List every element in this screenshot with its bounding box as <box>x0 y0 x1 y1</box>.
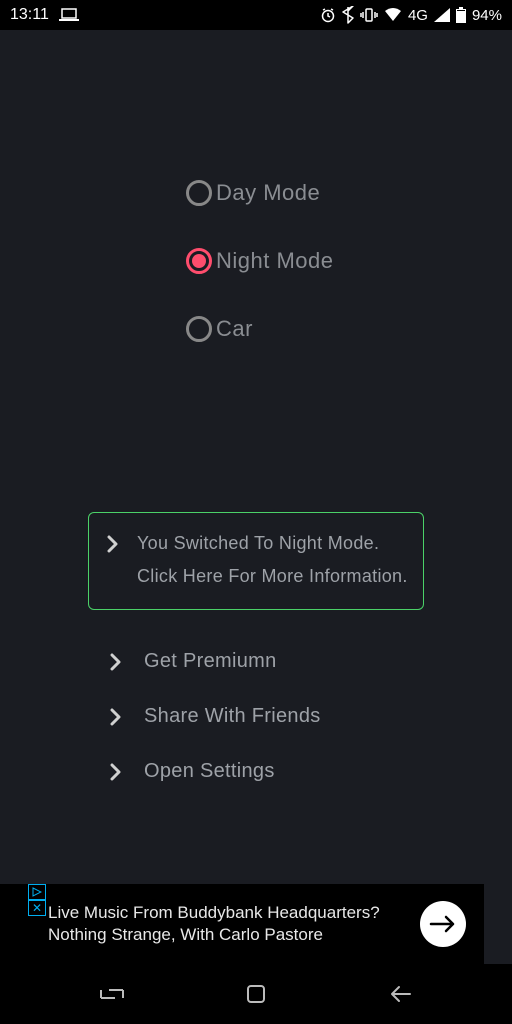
battery-icon <box>456 7 466 23</box>
vibrate-icon <box>360 7 378 23</box>
ad-arrow-button[interactable] <box>420 901 466 947</box>
chevron-right-icon <box>110 708 126 728</box>
action-label: Get Premiumn <box>144 650 277 673</box>
action-label: Share With Friends <box>144 705 321 728</box>
action-get-premium[interactable]: Get Premiumn <box>88 634 424 689</box>
nav-recents-button[interactable] <box>72 974 152 1014</box>
signal-icon <box>434 8 450 22</box>
ad-line-2: Nothing Strange, With Carlo Pastore <box>48 925 380 945</box>
status-bar: 13:11 4G 94% <box>0 0 512 30</box>
battery-percent: 94% <box>472 7 502 24</box>
nav-back-button[interactable] <box>360 974 440 1014</box>
alarm-icon <box>320 7 336 23</box>
info-box[interactable]: You Switched To Night Mode. Click Here F… <box>88 512 424 610</box>
ad-line-1: Live Music From Buddybank Headquarters? <box>48 903 380 923</box>
ad-choices-icon[interactable]: ✕ <box>28 884 46 916</box>
action-label: Open Settings <box>144 760 275 783</box>
mode-radio-group: Day Mode Night Mode Car <box>0 180 512 342</box>
radio-icon <box>186 180 212 206</box>
radio-icon <box>186 248 212 274</box>
network-label: 4G <box>408 7 428 24</box>
bluetooth-icon <box>342 6 354 24</box>
ad-banner[interactable]: ✕ Live Music From Buddybank Headquarters… <box>0 884 484 964</box>
laptop-icon <box>59 8 79 22</box>
chevron-right-icon <box>107 535 123 555</box>
radio-label: Day Mode <box>216 180 320 206</box>
chevron-right-icon <box>110 763 126 783</box>
radio-night-mode[interactable]: Night Mode <box>186 248 512 274</box>
wifi-icon <box>384 8 402 22</box>
action-settings[interactable]: Open Settings <box>88 744 424 783</box>
radio-icon <box>186 316 212 342</box>
chevron-right-icon <box>110 653 126 673</box>
action-share[interactable]: Share With Friends <box>88 689 424 744</box>
info-line-1: You Switched To Night Mode. <box>137 533 408 554</box>
radio-car[interactable]: Car <box>186 316 512 342</box>
app-body: Day Mode Night Mode Car You Switched To … <box>0 30 512 964</box>
android-nav-bar <box>0 964 512 1024</box>
radio-label: Car <box>216 316 253 342</box>
status-time: 13:11 <box>10 6 49 24</box>
radio-label: Night Mode <box>216 248 334 274</box>
info-line-2: Click Here For More Information. <box>137 566 408 587</box>
radio-day-mode[interactable]: Day Mode <box>186 180 512 206</box>
nav-home-button[interactable] <box>216 974 296 1014</box>
